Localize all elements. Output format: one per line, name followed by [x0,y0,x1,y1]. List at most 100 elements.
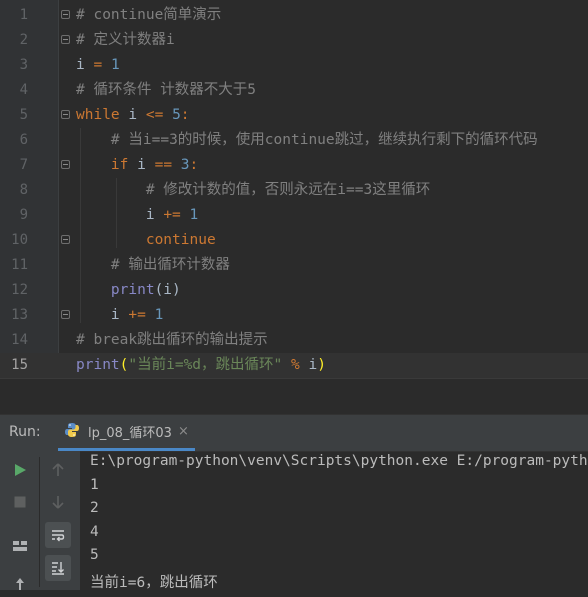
code-line[interactable]: 15 print("当前i=%d，跳出循环" % i) [0,353,588,378]
code-line[interactable]: 14 # break跳出循环的输出提示 [0,328,588,353]
indent-guide [116,178,117,248]
run-panel: Run: lp_08_循环03 × E:\program-python\venv… [0,414,588,590]
scroll-to-end-icon[interactable] [45,555,71,581]
code-token: # 输出循环计数器 [76,257,230,273]
code-token: if [110,157,129,173]
code-line[interactable]: 11 # 输出循环计数器 [0,253,588,278]
console-line: 1 [90,476,99,493]
code-text: # 定义计数器i [76,31,175,49]
line-number: 3 [19,57,28,73]
fold-icon[interactable] [61,10,70,19]
editor-bottom-edge [0,378,588,390]
play-icon[interactable] [7,457,33,483]
console-line: 5 [90,547,99,563]
code-text: i += 1 [76,206,198,224]
code-text: # 修改计数的值，否则永远在i==3这里循环 [76,181,430,199]
code-token: i [128,157,155,173]
code-token: = [84,57,111,73]
code-text: while i <= 5: [76,106,190,124]
code-token: 5 [172,107,181,123]
code-token: # 当i==3的时候，使用continue跳过，继续执行剩下的循环代码 [76,132,538,148]
line-number: 7 [19,157,28,173]
code-text: continue [76,231,216,249]
code-token: 1 [154,307,164,323]
code-token: # continue简单演示 [76,7,222,23]
code-token: : [189,157,199,173]
code-token: i [308,357,318,373]
code-token: 1 [110,57,120,73]
run-tab[interactable]: lp_08_循环03 × [58,415,195,451]
soft-wrap-icon[interactable] [45,522,71,548]
line-number: 2 [19,32,28,48]
fold-icon[interactable] [61,110,70,119]
code-line[interactable]: 5 while i <= 5: [0,103,588,128]
code-token: 3 [180,157,190,173]
code-token: == [154,157,173,173]
code-text: # 当i==3的时候，使用continue跳过，继续执行剩下的循环代码 [76,131,538,149]
fold-icon[interactable] [61,235,70,244]
code-token: (i) [154,282,181,298]
code-token: ) [317,357,326,373]
indent-guide [80,128,81,323]
code-text: # break跳出循环的输出提示 [76,331,268,349]
code-line[interactable]: 10 continue [0,228,588,253]
line-number: 11 [11,257,28,273]
arrow-down-icon[interactable] [45,489,71,515]
line-number: 8 [19,182,28,198]
fold-icon[interactable] [61,160,70,169]
code-token: continue [145,232,216,248]
code-line[interactable]: 8 # 修改计数的值，否则永远在i==3这里循环 [0,178,588,203]
code-line[interactable]: 13 i += 1 [0,303,588,328]
code-line[interactable]: 7 if i == 3: [0,153,588,178]
code-text: i += 1 [76,306,163,324]
line-number: 10 [11,232,28,248]
console-output[interactable]: E:\program-python\venv\Scripts\python.ex… [90,451,588,590]
line-number: 5 [19,107,28,123]
code-token: print [110,282,155,298]
code-line[interactable]: 1 # continue简单演示 [0,3,588,28]
code-line[interactable]: 3 i = 1 [0,53,588,78]
code-token: i [76,307,129,323]
code-token: "当前i=%d，跳出循环" [128,357,283,373]
code-token: # 定义计数器i [76,32,175,48]
line-number: 9 [19,207,28,223]
line-number: 4 [19,82,28,98]
code-line[interactable]: 4 # 循环条件 计数器不大于5 [0,78,588,103]
code-token: # break跳出循环的输出提示 [76,332,268,348]
arrow-up-icon[interactable] [45,457,71,483]
line-number: 12 [11,282,28,298]
code-token: i [76,207,164,223]
code-text: if i == 3: [76,156,198,174]
code-token: print [76,357,120,373]
line-number: 15 [11,357,28,373]
stop-icon[interactable] [7,489,33,515]
pin-icon[interactable] [7,571,33,597]
line-number: 6 [19,132,28,148]
code-line[interactable]: 6 # 当i==3的时候，使用continue跳过，继续执行剩下的循环代码 [0,128,588,153]
python-icon [64,422,80,442]
line-number: 1 [19,7,28,23]
layout-icon[interactable] [7,533,33,559]
code-text: # 循环条件 计数器不大于5 [76,81,256,99]
code-text: print("当前i=%d，跳出循环" % i) [76,356,326,374]
run-tab-name: lp_08_循环03 [88,426,172,441]
code-line[interactable]: 12 print(i) [0,278,588,303]
line-number: 14 [11,332,28,348]
code-line[interactable]: 2 # 定义计数器i [0,28,588,53]
fold-icon[interactable] [61,310,70,319]
close-icon[interactable]: × [178,424,189,439]
code-token: += [128,307,146,323]
code-text: print(i) [76,281,181,299]
console-line: 2 [90,500,99,516]
code-text: i = 1 [76,56,120,74]
code-editor[interactable]: 1 # continue简单演示 2 # 定义计数器i 3 i = 1 4 # 循环条件 计数… [0,0,588,390]
fold-icon[interactable] [61,35,70,44]
code-text: # continue简单演示 [76,6,221,24]
code-line[interactable]: 9 i += 1 [0,203,588,228]
